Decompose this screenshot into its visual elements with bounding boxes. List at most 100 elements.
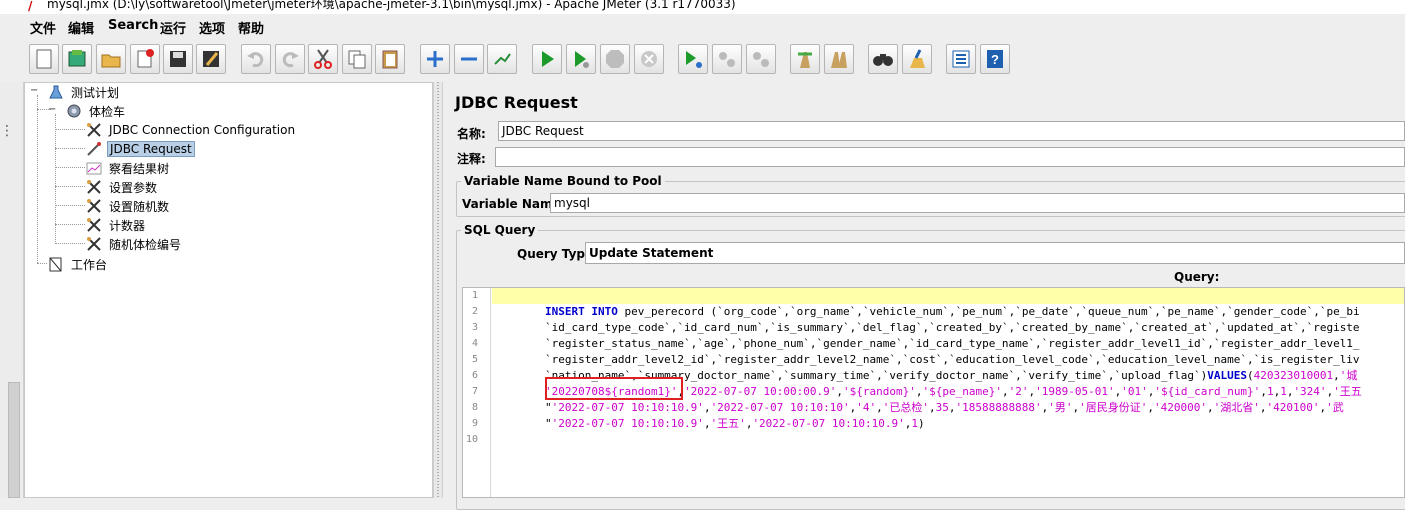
- code-line: "'2022-07-07 10:10:10.9','2022-07-07 10:…: [492, 401, 1344, 414]
- tree-item-label: 体检车: [89, 104, 126, 119]
- expand-icon[interactable]: [420, 44, 450, 74]
- config-icon: [85, 198, 103, 214]
- cut-icon[interactable]: [308, 44, 338, 74]
- line-number: 1: [471, 290, 478, 301]
- sql-group-title: SQL Query: [461, 223, 539, 237]
- window-title: mysql.jmx (D:\ly\softwaretool\Jmeter\jme…: [47, 0, 736, 11]
- jmeter-feather-icon: /: [28, 0, 33, 13]
- drag-handle-icon[interactable]: ⋮: [0, 124, 14, 140]
- line-number: 4: [471, 338, 478, 349]
- left-window-strip: ⋮: [0, 82, 24, 498]
- menu-bar: 文件 编辑 Search 运行 选项 帮助: [0, 14, 1405, 38]
- tree-item-view-results-tree[interactable]: 察看结果树: [85, 159, 171, 177]
- window-title-bar: / mysql.jmx (D:\ly\softwaretool\Jmeter\j…: [0, 0, 1405, 14]
- tree-item-label: JDBC Connection Configuration: [109, 123, 296, 137]
- comment-field[interactable]: [495, 147, 1405, 167]
- menu-edit[interactable]: 编辑: [68, 18, 94, 37]
- redo-icon[interactable]: [275, 44, 305, 74]
- tree-connector: [55, 224, 85, 225]
- config-icon: [85, 122, 103, 138]
- shutdown-icon[interactable]: [634, 44, 664, 74]
- tree-item-jdbc-request[interactable]: JDBC Request: [85, 140, 195, 158]
- function-helper-icon[interactable]: [946, 44, 976, 74]
- line-number: 8: [471, 402, 478, 413]
- tree-item-jdbc-connection-config[interactable]: JDBC Connection Configuration: [85, 121, 297, 139]
- strip-scrollbar[interactable]: [8, 382, 20, 498]
- collapse-icon[interactable]: [454, 44, 484, 74]
- tree-item-test-plan[interactable]: 测试计划: [47, 83, 121, 101]
- line-number-gutter: 1 2 3 4 5 6 7 8 9 10: [463, 288, 491, 497]
- pool-group-title: Variable Name Bound to Pool: [461, 174, 665, 188]
- stop-icon[interactable]: [600, 44, 630, 74]
- undo-icon[interactable]: [241, 44, 271, 74]
- templates-icon[interactable]: [62, 44, 92, 74]
- copy-icon[interactable]: [342, 44, 372, 74]
- tree-item-random-pe-number[interactable]: 随机体检编号: [85, 235, 183, 253]
- name-label: 名称:: [457, 127, 486, 141]
- name-field[interactable]: JDBC Request: [498, 121, 1405, 141]
- tree-connector: [37, 263, 47, 264]
- code-line: `register_status_name`,`age`,`phone_num`…: [492, 337, 1360, 350]
- code-line: `id_card_type_code`,`id_card_num`,`is_su…: [492, 321, 1360, 334]
- tree-item-counter[interactable]: 计数器: [85, 216, 147, 234]
- svg-text:?: ?: [991, 52, 999, 67]
- tree-connector: [55, 205, 85, 206]
- start-icon[interactable]: [532, 44, 562, 74]
- tree-item-workbench[interactable]: 工作台: [47, 255, 109, 273]
- paste-icon[interactable]: [375, 44, 405, 74]
- tree-item-set-params[interactable]: 设置参数: [85, 178, 159, 196]
- close-icon[interactable]: [130, 44, 160, 74]
- toolbar: ?: [0, 38, 1405, 82]
- config-icon: [85, 236, 103, 252]
- remote-shutdown-icon[interactable]: [746, 44, 776, 74]
- search-icon[interactable]: [868, 44, 898, 74]
- menu-search[interactable]: Search: [108, 18, 158, 33]
- tree-item-label: 测试计划: [71, 85, 120, 100]
- collapse-toggle-icon[interactable]: −: [30, 86, 39, 96]
- remote-start-icon[interactable]: [678, 44, 708, 74]
- annotation-highlight-box: [545, 377, 683, 400]
- sql-query-editor[interactable]: 1 2 3 4 5 6 7 8 9 10 INSERT INTO pev_per…: [462, 287, 1405, 498]
- line-number: 2: [471, 306, 478, 317]
- thread-group-icon: [65, 103, 83, 119]
- tree-item-label: 设置参数: [109, 180, 158, 195]
- save-as-icon[interactable]: [196, 44, 226, 74]
- tree-connector: [55, 148, 85, 149]
- reset-search-icon[interactable]: [902, 44, 932, 74]
- tree-item-set-random[interactable]: 设置随机数: [85, 197, 171, 215]
- start-no-pause-icon[interactable]: [566, 44, 596, 74]
- save-icon[interactable]: [163, 44, 193, 74]
- menu-file[interactable]: 文件: [30, 18, 56, 37]
- config-icon: [85, 217, 103, 233]
- code-line: INSERT INTO pev_perecord (`org_code`,`or…: [544, 305, 1360, 318]
- jdbc-request-panel: JDBC Request 名称: JDBC Request 注释: Variab…: [443, 82, 1405, 510]
- test-plan-tree: − − 测试计划 体检车 JDBC Connection Configurati…: [24, 82, 433, 498]
- open-icon[interactable]: [96, 44, 126, 74]
- toggle-icon[interactable]: [487, 44, 517, 74]
- workbench-icon: [47, 256, 65, 272]
- panel-splitter[interactable]: [433, 82, 443, 498]
- line-number: 6: [471, 370, 478, 381]
- code-line: [492, 288, 1404, 304]
- menu-run[interactable]: 运行: [160, 18, 186, 37]
- help-icon[interactable]: ?: [980, 44, 1010, 74]
- tree-item-label: 计数器: [109, 218, 146, 233]
- tree-item-label: JDBC Request: [107, 141, 195, 157]
- listener-icon: [85, 160, 103, 176]
- variable-name-field[interactable]: mysql: [550, 193, 1405, 213]
- clear-all-icon[interactable]: [824, 44, 854, 74]
- test-plan-icon: [47, 84, 65, 100]
- tree-item-label: 工作台: [71, 257, 108, 272]
- query-label: Query:: [1174, 270, 1220, 284]
- code-line: `register_addr_level2_id`,`register_addr…: [492, 353, 1360, 366]
- menu-options[interactable]: 选项: [199, 18, 225, 37]
- menu-help[interactable]: 帮助: [238, 18, 264, 37]
- tree-item-label: 察看结果树: [109, 161, 170, 176]
- clear-icon[interactable]: [790, 44, 820, 74]
- query-type-select[interactable]: Update Statement: [585, 242, 1405, 264]
- new-icon[interactable]: [29, 44, 59, 74]
- tree-item-thread-group[interactable]: 体检车: [65, 102, 127, 120]
- remote-stop-icon[interactable]: [712, 44, 742, 74]
- collapse-toggle-icon[interactable]: −: [48, 105, 57, 115]
- line-number: 9: [471, 418, 478, 429]
